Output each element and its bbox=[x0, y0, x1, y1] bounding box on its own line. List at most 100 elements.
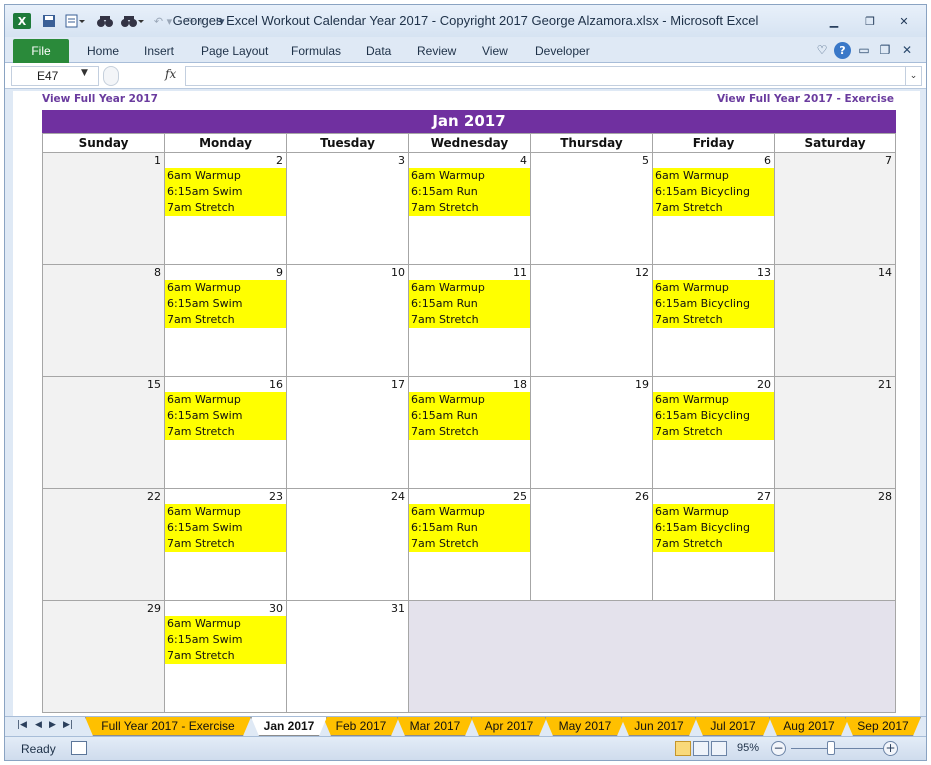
calendar-day[interactable]: 21 bbox=[774, 377, 896, 489]
calendar-day[interactable]: 16 6am Warmup 6:15am Swim 7am Stretch bbox=[164, 377, 286, 489]
calendar-week: 15 16 6am Warmup 6:15am Swim 7am Stretch 17 18… bbox=[42, 377, 896, 489]
help-icon[interactable]: ? bbox=[834, 42, 851, 59]
day-number: 8 bbox=[154, 266, 161, 279]
calendar-day[interactable]: 18 6am Warmup 6:15am Run 7am Stretch bbox=[408, 377, 530, 489]
workout-entry: 7am Stretch bbox=[411, 425, 479, 438]
calendar-day[interactable]: 23 6am Warmup 6:15am Swim 7am Stretch bbox=[164, 489, 286, 601]
minimize-icon[interactable]: ▁ bbox=[821, 13, 847, 31]
calendar-day[interactable]: 10 bbox=[286, 265, 408, 377]
calendar-day[interactable]: 6 6am Warmup 6:15am Bicycling 7am Stretch bbox=[652, 153, 774, 265]
last-sheet-icon[interactable]: ▶| bbox=[63, 720, 73, 730]
calendar-day[interactable]: 8 bbox=[42, 265, 164, 377]
view-full-year-link[interactable]: View Full Year 2017 bbox=[42, 93, 158, 105]
calendar-day[interactable]: 17 bbox=[286, 377, 408, 489]
workbook-close-icon[interactable]: ✕ bbox=[898, 42, 916, 58]
tab-data[interactable]: Data bbox=[366, 41, 391, 61]
expand-formula-bar-icon[interactable]: ⌄ bbox=[905, 66, 922, 86]
page-layout-view-icon[interactable] bbox=[693, 741, 709, 756]
worksheet[interactable]: View Full Year 2017 View Full Year 2017 … bbox=[13, 91, 920, 716]
close-icon[interactable]: ✕ bbox=[891, 13, 917, 31]
day-number: 1 bbox=[154, 154, 161, 167]
tab-view[interactable]: View bbox=[482, 41, 508, 61]
weekday-header: Saturday bbox=[774, 133, 896, 153]
calendar-day[interactable]: 19 bbox=[530, 377, 652, 489]
workbook-restore-icon[interactable]: ❐ bbox=[876, 42, 894, 58]
file-tab[interactable]: File bbox=[13, 39, 69, 63]
zoom-level[interactable]: 95% bbox=[737, 742, 759, 754]
view-full-year-exercise-link[interactable]: View Full Year 2017 - Exercise bbox=[717, 93, 894, 105]
formula-input[interactable] bbox=[185, 66, 905, 86]
sheet-tab[interactable]: Full Year 2017 - Exercise bbox=[85, 717, 251, 736]
prev-sheet-icon[interactable]: ◀ bbox=[35, 720, 42, 730]
calendar-day[interactable]: 9 6am Warmup 6:15am Swim 7am Stretch bbox=[164, 265, 286, 377]
tab-formulas[interactable]: Formulas bbox=[291, 41, 341, 61]
zoom-slider-track[interactable] bbox=[791, 748, 887, 749]
tab-developer[interactable]: Developer bbox=[535, 41, 590, 61]
find-icon[interactable] bbox=[95, 13, 115, 29]
calendar-day[interactable]: 27 6am Warmup 6:15am Bicycling 7am Stretch bbox=[652, 489, 774, 601]
tab-review[interactable]: Review bbox=[417, 41, 456, 61]
zoom-slider-thumb[interactable] bbox=[827, 741, 835, 755]
sheet-tab[interactable]: Jan 2017 bbox=[251, 717, 327, 736]
customize-qat-icon[interactable]: ⁞▾ bbox=[213, 13, 227, 29]
name-box-dropdown-icon[interactable]: ▼ bbox=[81, 68, 88, 78]
restore-icon[interactable]: ❐ bbox=[857, 13, 883, 31]
zoom-in-icon[interactable]: + bbox=[883, 741, 898, 756]
calendar-day[interactable]: 5 bbox=[530, 153, 652, 265]
day-number: 17 bbox=[391, 378, 405, 391]
calendar-day[interactable]: 26 bbox=[530, 489, 652, 601]
calendar-day[interactable]: 31 bbox=[286, 601, 408, 713]
sheet-tab[interactable]: Feb 2017 bbox=[323, 717, 399, 736]
excel-app-icon[interactable]: X bbox=[13, 13, 31, 29]
workout-entry: 7am Stretch bbox=[411, 201, 479, 214]
day-number: 26 bbox=[635, 490, 649, 503]
calendar-day[interactable]: 2 6am Warmup 6:15am Swim 7am Stretch bbox=[164, 153, 286, 265]
calendar-day[interactable]: 7 bbox=[774, 153, 896, 265]
next-sheet-icon[interactable]: ▶ bbox=[49, 720, 56, 730]
calendar-day[interactable]: 24 bbox=[286, 489, 408, 601]
sheet-tab[interactable]: Mar 2017 bbox=[397, 717, 473, 736]
sheet-tab[interactable]: May 2017 bbox=[545, 717, 625, 736]
calendar-day[interactable]: 30 6am Warmup 6:15am Swim 7am Stretch bbox=[164, 601, 286, 713]
sheet-tab-bar: |◀ ◀ ▶ ▶| Full Year 2017 - Exercise Jan 2… bbox=[5, 716, 926, 736]
sheet-tab[interactable]: Sep 2017 bbox=[845, 717, 921, 736]
workout-block: 6am Warmup 6:15am Swim 7am Stretch bbox=[165, 280, 286, 328]
calendar-day[interactable]: 13 6am Warmup 6:15am Bicycling 7am Stretch bbox=[652, 265, 774, 377]
find-replace-icon[interactable] bbox=[119, 13, 145, 29]
page-break-view-icon[interactable] bbox=[711, 741, 727, 756]
calendar-day[interactable]: 11 6am Warmup 6:15am Run 7am Stretch bbox=[408, 265, 530, 377]
sheet-tab[interactable]: Jul 2017 bbox=[695, 717, 771, 736]
redo-icon[interactable]: ↷ ▾ bbox=[181, 13, 209, 29]
calendar-day[interactable]: 14 bbox=[774, 265, 896, 377]
calendar-day[interactable]: 1 bbox=[42, 153, 164, 265]
day-number: 4 bbox=[520, 154, 527, 167]
save-icon[interactable] bbox=[41, 13, 57, 29]
formula-bar-divider[interactable] bbox=[103, 66, 119, 86]
calendar-day[interactable]: 28 bbox=[774, 489, 896, 601]
tab-insert[interactable]: Insert bbox=[144, 41, 174, 61]
calendar-day[interactable]: 20 6am Warmup 6:15am Bicycling 7am Stretch bbox=[652, 377, 774, 489]
calendar-day[interactable]: 22 bbox=[42, 489, 164, 601]
form-icon[interactable] bbox=[63, 13, 87, 29]
calendar-day[interactable]: 25 6am Warmup 6:15am Run 7am Stretch bbox=[408, 489, 530, 601]
first-sheet-icon[interactable]: |◀ bbox=[17, 720, 27, 730]
tab-home[interactable]: Home bbox=[87, 41, 119, 61]
calendar-day[interactable]: 3 bbox=[286, 153, 408, 265]
sheet-tab[interactable]: Apr 2017 bbox=[471, 717, 547, 736]
minimize-ribbon-icon[interactable]: ♡ bbox=[813, 42, 831, 58]
sheet-tab[interactable]: Aug 2017 bbox=[769, 717, 849, 736]
workbook-minimize-icon[interactable]: ▭ bbox=[855, 42, 873, 58]
normal-view-icon[interactable] bbox=[675, 741, 691, 756]
calendar-day[interactable]: 4 6am Warmup 6:15am Run 7am Stretch bbox=[408, 153, 530, 265]
sheet-tab[interactable]: Jun 2017 bbox=[621, 717, 697, 736]
macro-record-icon[interactable] bbox=[71, 741, 87, 755]
workout-entry: 6:15am Run bbox=[411, 521, 478, 534]
workout-entry: 7am Stretch bbox=[167, 201, 235, 214]
insert-function-icon[interactable]: fx bbox=[165, 67, 176, 81]
calendar-day[interactable]: 15 bbox=[42, 377, 164, 489]
undo-icon[interactable]: ↶ ▾ bbox=[149, 13, 177, 29]
calendar-day[interactable]: 12 bbox=[530, 265, 652, 377]
calendar-day[interactable]: 29 bbox=[42, 601, 164, 713]
tab-page-layout[interactable]: Page Layout bbox=[201, 41, 268, 61]
zoom-out-icon[interactable]: − bbox=[771, 741, 786, 756]
